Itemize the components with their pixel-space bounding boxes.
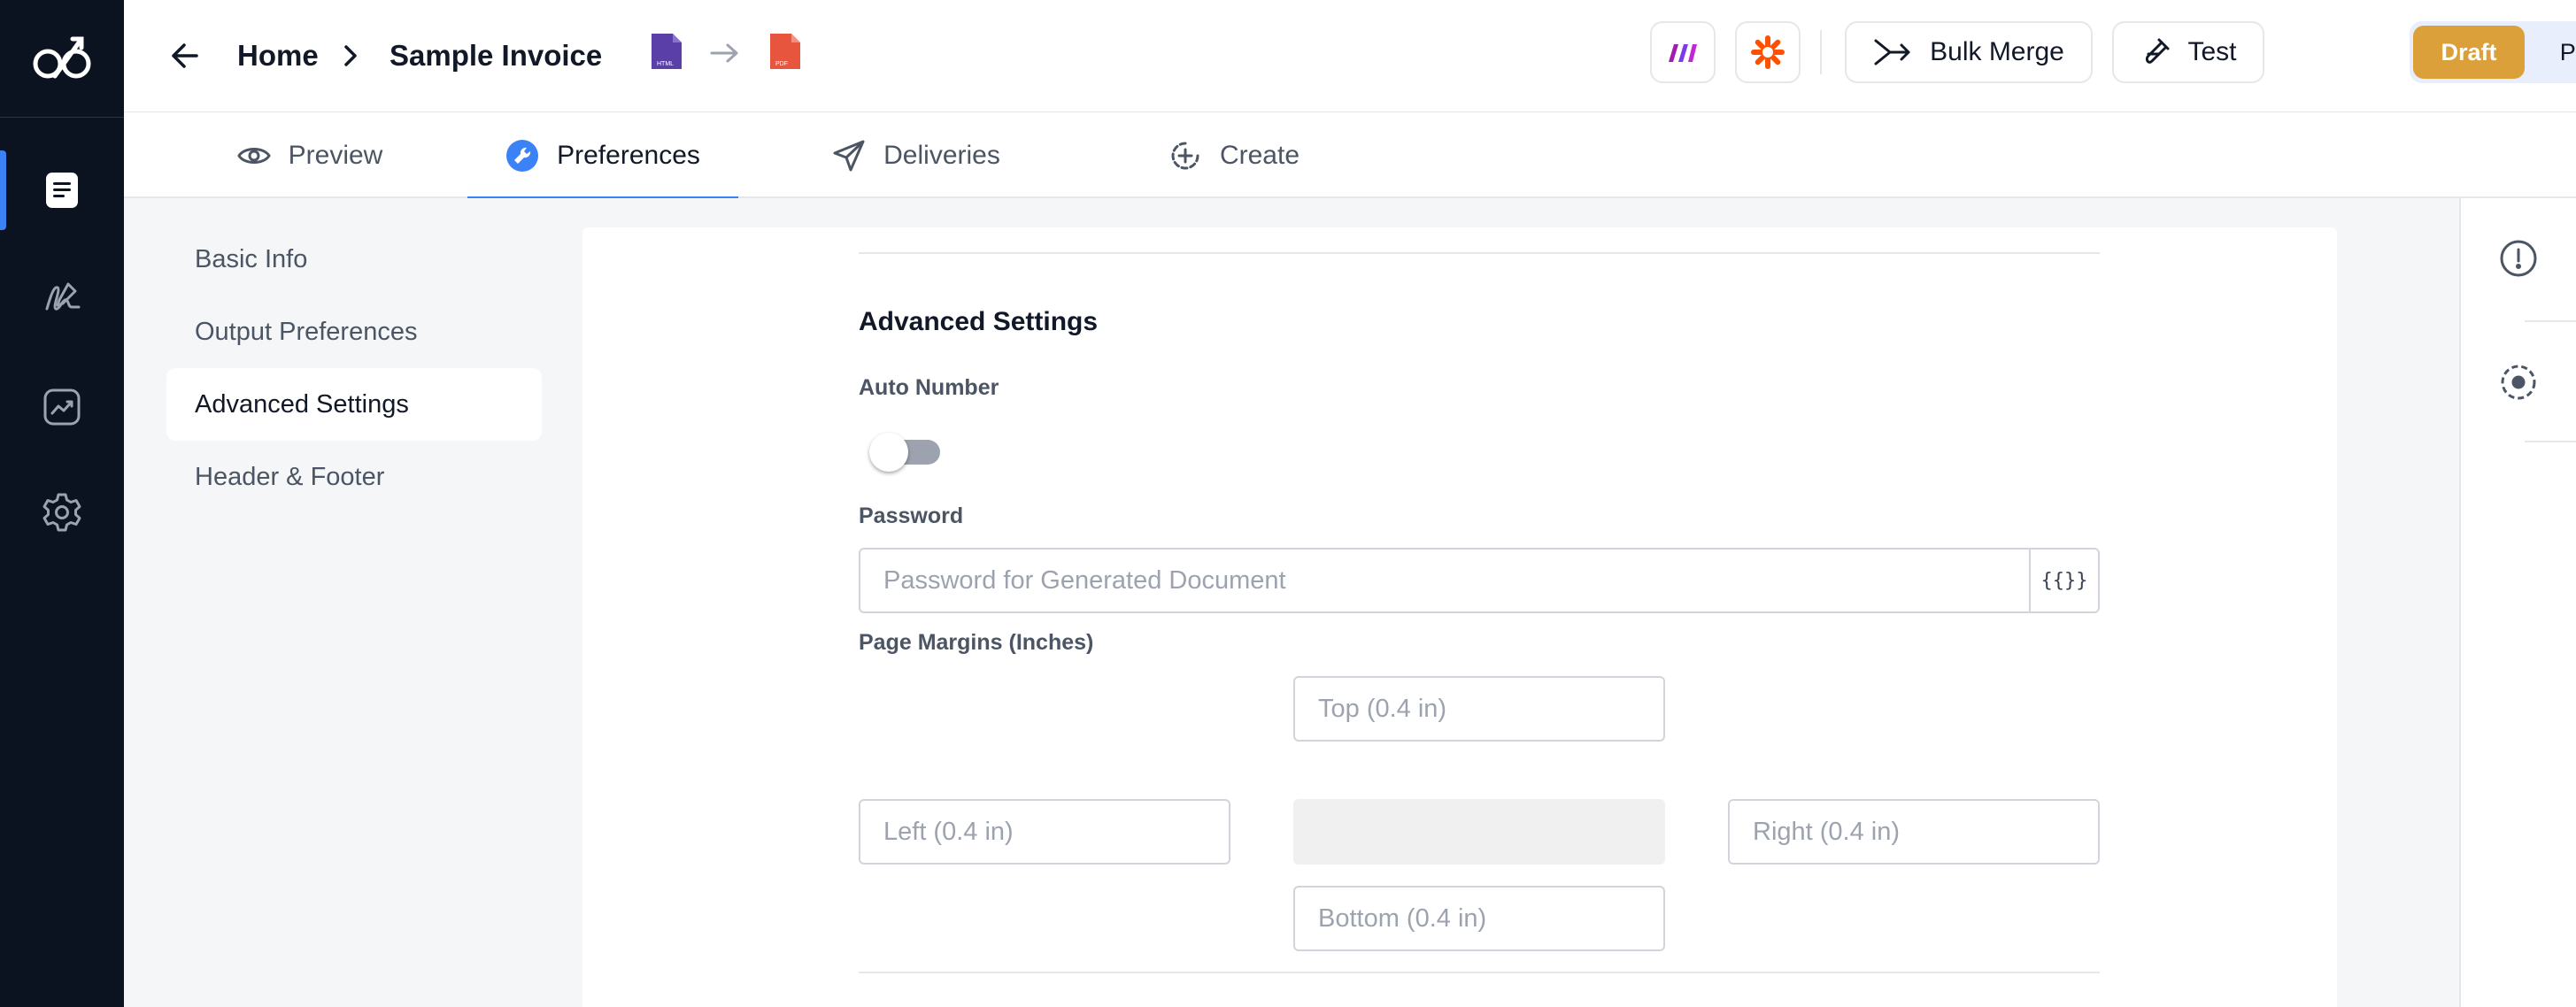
margin-bottom-input[interactable] <box>1293 886 1665 951</box>
breadcrumb-home[interactable]: Home <box>237 34 319 78</box>
target-icon <box>2501 365 2536 400</box>
wrench-icon <box>506 139 539 172</box>
right-rail <box>2459 198 2576 1007</box>
arrow-right-icon <box>705 35 745 71</box>
flask-icon <box>2146 38 2170 64</box>
paper-plane-icon <box>833 140 865 171</box>
section-divider <box>859 252 2100 254</box>
settings-card: Advanced Settings Auto Number Password {… <box>582 227 2337 1007</box>
plus-circle-icon <box>1171 142 1199 169</box>
tab-deliveries[interactable]: Deliveries <box>814 112 1018 198</box>
info-icon <box>2500 240 2537 277</box>
arrow-left-icon <box>172 43 198 68</box>
tab-label: Deliveries <box>883 140 1000 170</box>
rail-item-settings[interactable] <box>0 473 124 552</box>
tab-create[interactable]: Create <box>1137 112 1331 198</box>
target-button[interactable] <box>2461 322 2576 442</box>
section-divider <box>859 972 2100 973</box>
make-icon <box>1669 44 1697 62</box>
preferences-subnav: Basic Info Output Preferences Advanced S… <box>166 223 542 513</box>
password-field-group: {{}} <box>859 548 2100 613</box>
main-content: Basic Info Output Preferences Advanced S… <box>124 198 2459 1007</box>
signature-icon <box>45 282 81 311</box>
subnav-item-basic-info[interactable]: Basic Info <box>166 223 542 296</box>
margin-left-input[interactable] <box>859 799 1230 865</box>
insert-variable-button[interactable]: {{}} <box>2029 550 2098 611</box>
target-format-label: PDF <box>775 61 788 67</box>
subnav-item-advanced-settings[interactable]: Advanced Settings <box>166 368 542 441</box>
password-input[interactable] <box>860 550 2029 611</box>
tab-label: Create <box>1219 140 1300 170</box>
app-logo[interactable] <box>0 0 124 118</box>
subnav-item-header-footer[interactable]: Header & Footer <box>166 441 542 513</box>
bulk-merge-button[interactable]: Bulk Merge <box>1845 21 2093 83</box>
rail-item-documents[interactable] <box>0 150 124 230</box>
zapier-integration-button[interactable] <box>1735 21 1801 83</box>
analytics-icon <box>43 388 81 426</box>
tab-preview[interactable]: Preview <box>221 112 398 198</box>
password-label: Password <box>859 504 964 528</box>
margin-preview-box <box>1293 799 1665 865</box>
app-sidebar <box>0 0 124 1007</box>
margin-top-input[interactable] <box>1293 676 1665 742</box>
page-margins-label: Page Margins (Inches) <box>859 630 1094 655</box>
merge-icon <box>1874 39 1910 65</box>
bulk-merge-label: Bulk Merge <box>1930 37 2064 66</box>
tab-bar: Preview Preferences Deliveries Create <box>124 112 2576 200</box>
auto-number-toggle[interactable] <box>869 433 940 472</box>
header-divider <box>1820 30 1822 74</box>
test-button[interactable]: Test <box>2112 21 2264 83</box>
back-button[interactable] <box>163 34 207 78</box>
document-icon <box>46 173 78 208</box>
info-button[interactable] <box>2461 198 2576 319</box>
html-file-icon: HTML <box>650 32 685 73</box>
margin-right-input[interactable] <box>1728 799 2100 865</box>
publish-button[interactable]: Publish <box>2534 26 2576 79</box>
tab-preferences[interactable]: Preferences <box>467 112 738 200</box>
make-integration-button[interactable] <box>1650 21 1716 83</box>
rail-item-signatures[interactable] <box>0 258 124 337</box>
eye-icon <box>236 147 271 164</box>
auto-number-label: Auto Number <box>859 375 999 400</box>
chevron-right-icon <box>333 35 368 76</box>
subnav-item-output-preferences[interactable]: Output Preferences <box>166 296 542 368</box>
tab-label: Preferences <box>557 140 700 170</box>
rail-item-analytics[interactable] <box>0 367 124 447</box>
app-logo-icon <box>33 36 91 79</box>
pdf-file-icon: PDF <box>768 32 804 73</box>
draft-publish-toggle: Draft Publish <box>2410 21 2576 83</box>
rail-separator <box>2525 441 2576 442</box>
breadcrumb-current: Sample Invoice <box>389 39 603 72</box>
draft-button[interactable]: Draft <box>2413 26 2525 79</box>
gear-icon <box>42 493 81 532</box>
tab-label: Preview <box>288 140 383 170</box>
top-header: Home Sample Invoice HTML PDF Bulk Merge … <box>124 0 2576 112</box>
section-title: Advanced Settings <box>859 307 1099 336</box>
test-label: Test <box>2187 37 2237 66</box>
toggle-knob <box>869 433 908 472</box>
source-format-label: HTML <box>657 61 674 67</box>
zapier-icon <box>1751 35 1785 69</box>
